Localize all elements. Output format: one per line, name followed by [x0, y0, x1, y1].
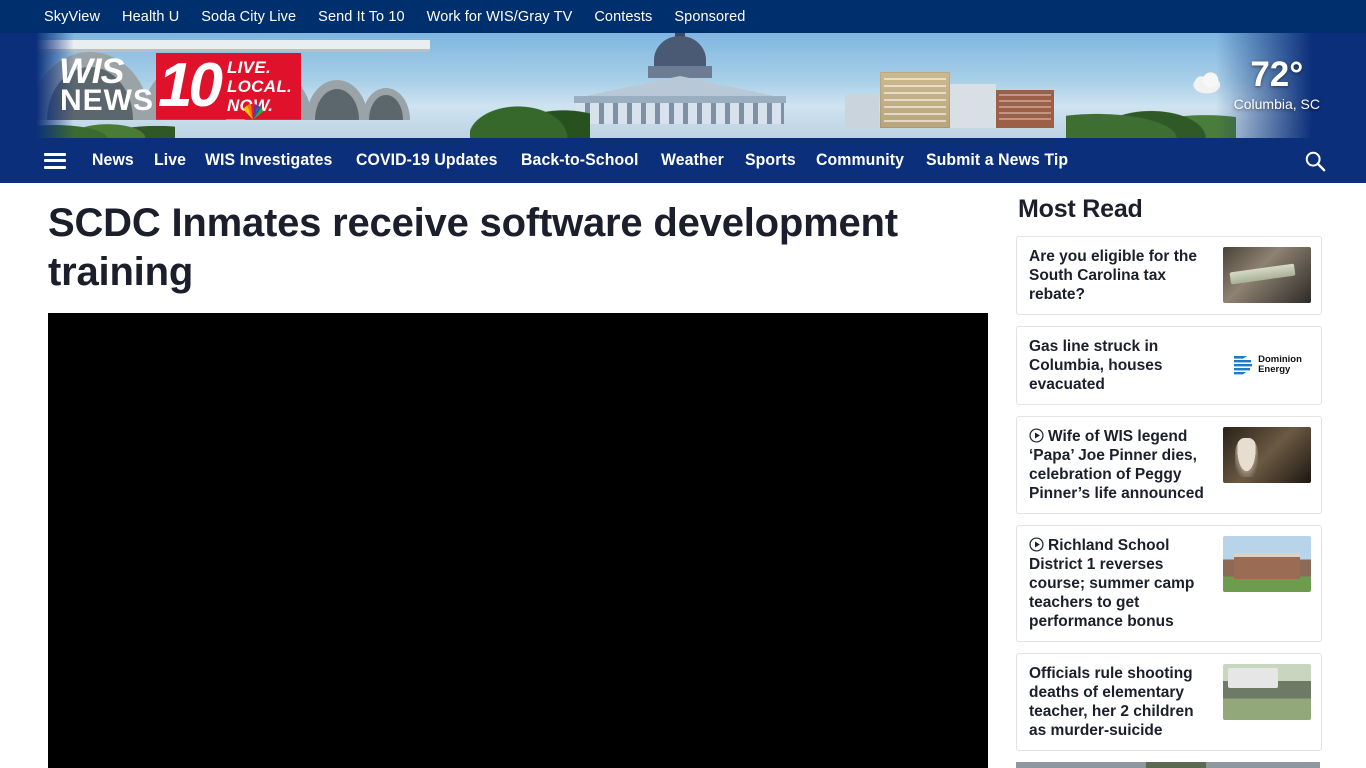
most-read-sidebar: Most Read Are you eligible for the South…: [1016, 183, 1322, 768]
most-read-item-title: Wife of WIS legend ‘Papa’ Joe Pinner die…: [1029, 428, 1204, 502]
logo-line-news: NEWS: [60, 84, 154, 117]
top-link-work-for-wis[interactable]: Work for WIS/Gray TV: [427, 9, 573, 25]
play-icon: [1029, 537, 1044, 552]
tagline-local: LOCAL.: [226, 76, 293, 96]
search-icon[interactable]: [1304, 150, 1326, 172]
nav-item-wis-investigates[interactable]: WIS Investigates: [205, 151, 332, 170]
nav-item-sports[interactable]: Sports: [745, 151, 796, 170]
dominion-logo-line2: Energy: [1258, 364, 1291, 375]
article-column: SCDC Inmates receive software developmen…: [48, 183, 988, 768]
nav-item-weather[interactable]: Weather: [661, 151, 724, 170]
most-read-heading: Most Read: [1018, 195, 1143, 223]
most-read-item-title: Richland School District 1 reverses cour…: [1029, 537, 1195, 630]
tagline-live: LIVE.: [226, 57, 271, 77]
most-read-item-thumbnail: Dominion Energy: [1223, 337, 1311, 393]
masthead-banner: WIS NEWS 10 LIVE. LOCAL. NOW.: [0, 33, 1366, 138]
page-body: SCDC Inmates receive software developmen…: [0, 183, 1366, 768]
logo-wis-news-text: WIS NEWS: [59, 52, 156, 119]
most-read-item-title-wrap: Wife of WIS legend ‘Papa’ Joe Pinner die…: [1029, 427, 1215, 503]
foliage-center: [470, 92, 590, 138]
masthead-gutter-right: [1336, 33, 1366, 138]
most-read-item-thumbnail: [1223, 536, 1311, 592]
top-link-health-u[interactable]: Health U: [122, 9, 179, 25]
weather-temperature: 72°: [1250, 55, 1304, 94]
logo-ten: 10: [156, 53, 223, 119]
hamburger-icon[interactable]: [44, 152, 66, 169]
top-link-sponsored[interactable]: Sponsored: [674, 9, 745, 25]
list-item[interactable]: Officials rule shooting deaths of elemen…: [1016, 653, 1322, 751]
skyline-building-2: [950, 84, 996, 128]
weather-widget[interactable]: 72° Columbia, SC: [1178, 55, 1320, 113]
top-utility-bar: SkyView Health U Soda City Live Send It …: [0, 0, 1366, 33]
skyline-building-4: [845, 94, 879, 128]
main-navigation: News Live WIS Investigates COVID-19 Upda…: [0, 138, 1366, 183]
list-item[interactable]: Gas line struck in Columbia, houses evac…: [1016, 326, 1322, 405]
nav-item-submit-a-news-tip[interactable]: Submit a News Tip: [926, 151, 1068, 170]
top-link-soda-city-live[interactable]: Soda City Live: [201, 9, 296, 25]
most-read-item-title: Gas line struck in Columbia, houses evac…: [1029, 338, 1163, 393]
skyline-building-1: [880, 72, 950, 128]
dominion-energy-logo-icon: [1234, 356, 1253, 375]
list-item[interactable]: Are you eligible for the South Carolina …: [1016, 236, 1322, 315]
most-read-item-thumbnail: [1223, 664, 1311, 720]
top-link-contests[interactable]: Contests: [594, 9, 652, 25]
most-read-item-thumbnail: [1223, 427, 1311, 483]
play-icon: [1029, 428, 1044, 443]
top-link-skyview[interactable]: SkyView: [44, 9, 100, 25]
nbc-peacock-icon: [243, 103, 264, 120]
nav-item-covid-19-updates[interactable]: COVID-19 Updates: [356, 151, 497, 170]
weather-location: Columbia, SC: [1233, 96, 1320, 112]
masthead-gutter-left: [0, 33, 36, 138]
skyline-building-3: [996, 90, 1054, 128]
most-read-item-title-wrap: Richland School District 1 reverses cour…: [1029, 536, 1215, 631]
wis-news-10-logo[interactable]: WIS NEWS 10 LIVE. LOCAL. NOW.: [59, 52, 302, 120]
top-link-send-it-to-10[interactable]: Send It To 10: [318, 9, 405, 25]
most-read-item-title: Officials rule shooting deaths of elemen…: [1029, 665, 1194, 739]
most-read-item-title: Are you eligible for the South Carolina …: [1029, 248, 1197, 303]
page-title: SCDC Inmates receive software developmen…: [48, 201, 898, 294]
article-video-player[interactable]: [48, 313, 988, 768]
sponsored-ad-banner[interactable]: Lite$2 TUESDAY TUESDAY, SEPTEMBER 6 | 7:…: [1016, 762, 1320, 768]
list-item[interactable]: Richland School District 1 reverses cour…: [1016, 525, 1322, 642]
nav-item-back-to-school[interactable]: Back-to-School: [521, 151, 639, 170]
logo-line-wis: WIS: [59, 52, 124, 91]
moon-cloud-icon: [1190, 64, 1220, 98]
most-read-item-thumbnail: [1223, 247, 1311, 303]
list-item[interactable]: Wife of WIS legend ‘Papa’ Joe Pinner die…: [1016, 416, 1322, 514]
nav-item-live[interactable]: Live: [154, 151, 186, 170]
nav-item-news[interactable]: News: [92, 151, 134, 170]
nav-item-community[interactable]: Community: [816, 151, 904, 170]
